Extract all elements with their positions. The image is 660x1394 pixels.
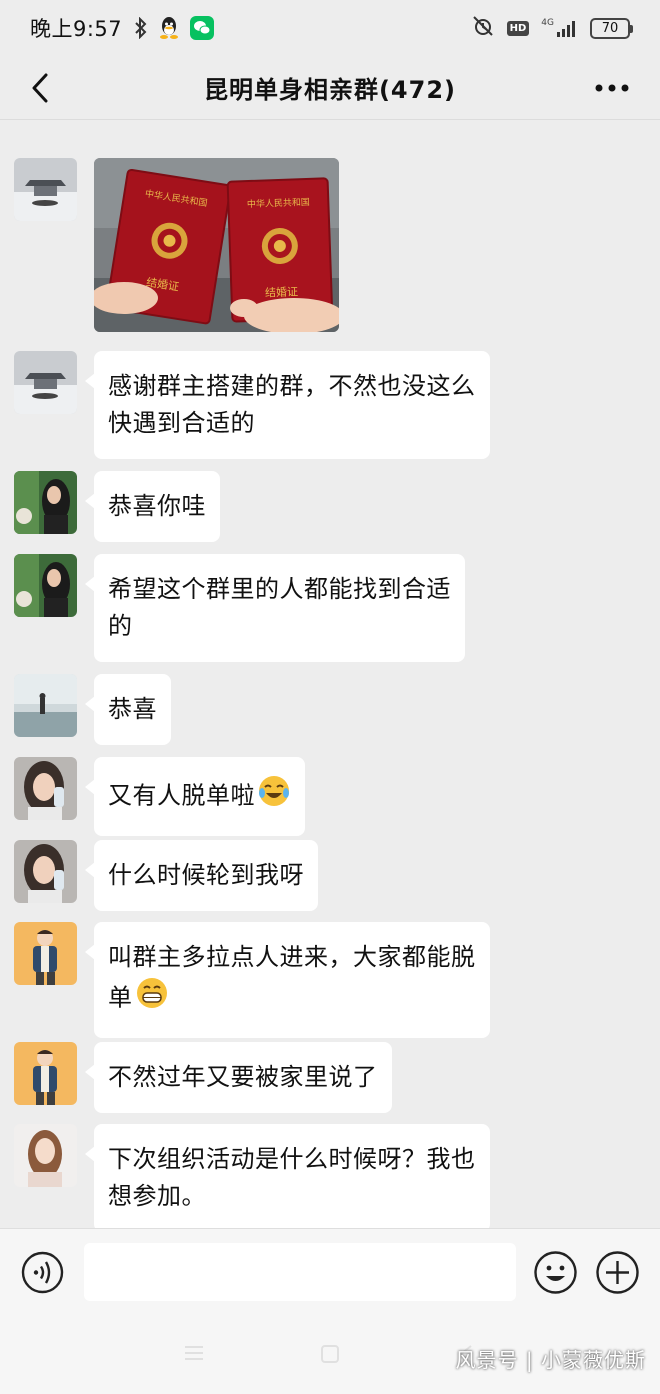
message-bubble[interactable]: 恭喜你哇	[85, 471, 220, 542]
message-text-line: 的	[108, 612, 133, 640]
grinning-emoji	[135, 976, 169, 1021]
network-label: 4G	[541, 18, 554, 28]
message-bubble[interactable]: 感谢群主搭建的群，不然也没这么 快遇到合适的	[85, 351, 490, 459]
qq-icon	[158, 16, 180, 40]
message-bubble[interactable]: 又有人脱单啦	[85, 757, 305, 836]
message-text-line: 下次组织活动是什么时候呀？我也	[108, 1145, 476, 1173]
alarm-off-icon	[471, 14, 495, 43]
message-bubble[interactable]: 下次组织活动是什么时候呀？我也 想参加。	[85, 1124, 490, 1232]
avatar-woman-drink[interactable]	[14, 757, 77, 820]
chevron-left-icon	[32, 73, 48, 103]
voice-button[interactable]	[21, 1251, 64, 1294]
certificate-label-right: 结婚证	[265, 284, 298, 299]
avatar-woman-garden[interactable]	[14, 554, 77, 617]
battery-level: 70	[601, 20, 619, 36]
battery-indicator: 70	[590, 17, 633, 39]
voice-icon	[21, 1251, 64, 1294]
message-bubble[interactable]: 什么时候轮到我呀	[85, 840, 318, 911]
message-text-line: 不然过年又要被家里说了	[108, 1063, 378, 1091]
marriage-certificates-photo[interactable]: 中华人民共和国 结婚证 中华人民共和国 结婚证	[94, 158, 339, 332]
message-input[interactable]	[84, 1243, 516, 1301]
avatar-woman-garden[interactable]	[14, 471, 77, 534]
avatar-woman-drink[interactable]	[14, 840, 77, 903]
message-bubble[interactable]: 希望这个群里的人都能找到合适 的	[85, 554, 465, 662]
message-text-line: 单	[108, 983, 133, 1012]
message-text-line: 恭喜	[108, 695, 157, 723]
chat-title: 昆明单身相亲群(472)	[203, 76, 457, 104]
message-list[interactable]: 中华人民共和国 结婚证 中华人民共和国 结婚证 感谢群主搭建的群，不然也没这么 …	[0, 120, 660, 1232]
system-navigation-bar: 风景号 | 小蒙薇优斯	[0, 1316, 660, 1394]
wechat-icon	[190, 16, 215, 40]
message-text-line: 感谢群主搭建的群，不然也没这么	[108, 372, 476, 400]
message-text-line: 叫群主多拉点人进来，大家都能脱	[108, 943, 476, 971]
message-text-line: 希望这个群里的人都能找到合适	[108, 575, 451, 603]
chat-input-bar	[0, 1228, 660, 1316]
message-text-line: 又有人脱单啦	[108, 781, 255, 810]
avatar-cartoon-man[interactable]	[14, 922, 77, 985]
signal-icon: 4G	[541, 19, 578, 37]
bluetooth-icon	[134, 17, 148, 39]
avatar-beach-figure[interactable]	[14, 674, 77, 737]
hd-badge: HD	[506, 20, 530, 36]
crying-laughing-emoji	[257, 774, 291, 819]
back-button[interactable]	[22, 70, 58, 106]
avatar-cartoon-man[interactable]	[14, 1042, 77, 1105]
avatar-snow-house[interactable]	[14, 351, 77, 414]
home-button[interactable]	[320, 1344, 340, 1368]
avatar-snow-house[interactable]	[14, 158, 77, 221]
message-bubble[interactable]: 不然过年又要被家里说了	[85, 1042, 392, 1113]
status-bar: 晚上9:57 HD 4G 70	[0, 0, 660, 56]
more-button[interactable]	[592, 70, 632, 106]
message-text-line: 什么时候轮到我呀	[108, 861, 304, 889]
chat-header: 昆明单身相亲群(472)	[0, 56, 660, 120]
message-text-line: 快遇到合适的	[108, 409, 255, 437]
smiley-icon	[534, 1251, 577, 1294]
message-bubble[interactable]: 恭喜	[85, 674, 171, 745]
message-text-line: 恭喜你哇	[108, 492, 206, 520]
menu-icon	[185, 1346, 203, 1360]
plus-circle-icon	[596, 1251, 639, 1294]
status-time: 晚上9:57	[30, 17, 123, 41]
message-text-line: 想参加。	[108, 1182, 206, 1210]
watermark: 风景号 | 小蒙薇优斯	[455, 1348, 646, 1372]
menu-button[interactable]	[183, 1344, 205, 1366]
avatar-woman-portrait[interactable]	[14, 1124, 77, 1187]
message-bubble[interactable]: 叫群主多拉点人进来，大家都能脱 单	[85, 922, 490, 1038]
more-functions-button[interactable]	[595, 1250, 640, 1295]
more-dots-icon	[595, 84, 629, 92]
emoji-button[interactable]	[533, 1250, 578, 1295]
home-icon	[321, 1345, 339, 1363]
